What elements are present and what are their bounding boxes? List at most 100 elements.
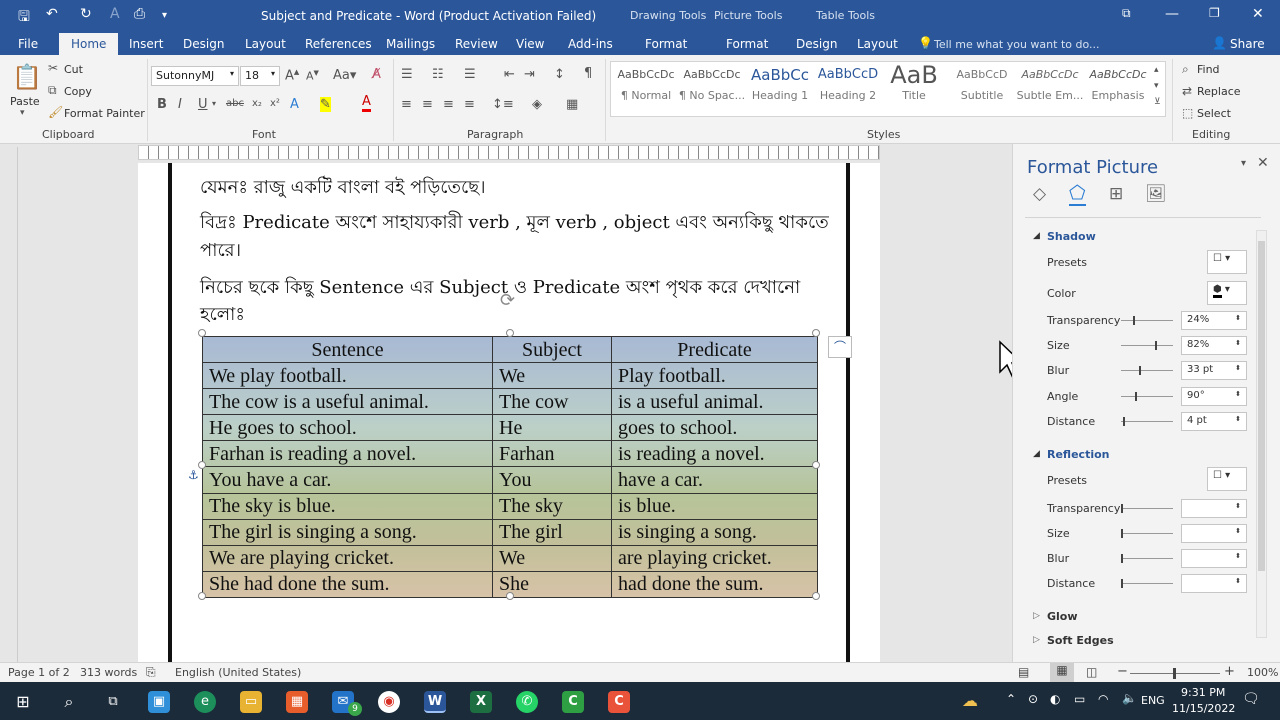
soft-edges-expand-icon[interactable]: ▷ — [1033, 635, 1040, 645]
shadow-presets-button[interactable]: ☐ ▾ — [1207, 250, 1247, 274]
reflection-presets-button[interactable]: ☐ ▾ — [1207, 467, 1247, 491]
tab-references[interactable]: References — [305, 37, 372, 51]
table-cell[interactable]: is a useful animal. — [611, 388, 818, 416]
resize-handle[interactable] — [198, 461, 206, 469]
find-button[interactable]: Find — [1197, 63, 1220, 76]
subscript-icon[interactable]: x₂ — [252, 98, 262, 109]
style-subtitle[interactable]: AaBbCcD Subtitle — [948, 61, 1016, 115]
decrease-indent-icon[interactable]: ⇤ — [504, 67, 515, 82]
word-count[interactable]: 313 words — [80, 666, 137, 679]
table-cell[interactable]: The cow — [492, 388, 612, 416]
table-cell[interactable]: Farhan — [492, 440, 612, 468]
resize-handle[interactable] — [198, 329, 206, 337]
minimize-icon[interactable]: — — [1165, 6, 1179, 22]
web-layout-icon[interactable]: ◫ — [1086, 665, 1097, 679]
shadow-section-header[interactable]: Shadow — [1047, 230, 1096, 243]
reflection-collapse-icon[interactable]: ◢ — [1033, 449, 1040, 459]
select-icon[interactable]: ⬚ — [1182, 106, 1193, 120]
whatsapp-icon[interactable]: ✆ — [516, 691, 538, 713]
table-cell[interactable]: We are playing cricket. — [202, 544, 493, 572]
layout-options-icon[interactable]: ⌒ — [828, 336, 852, 358]
save-icon[interactable]: 🖫 — [18, 6, 30, 30]
font-color-icon[interactable]: A — [362, 95, 371, 112]
doc-note-line[interactable]: বিদ্রঃ Predicate অংশে সাহায্যকারী verb ,… — [200, 208, 829, 239]
table-cell[interactable]: We — [492, 544, 612, 572]
line-spacing-icon[interactable]: ↕≡ — [492, 97, 514, 112]
styles-more-icon[interactable]: ⊻ — [1154, 97, 1161, 107]
maximize-icon[interactable]: ❐ — [1209, 6, 1220, 20]
table-cell[interactable]: The sky is blue. — [202, 492, 493, 520]
resize-handle[interactable] — [812, 461, 820, 469]
table-cell[interactable]: Farhan is reading a novel. — [202, 440, 493, 468]
bold-icon[interactable]: B — [157, 97, 167, 112]
doc-note-line-cont[interactable]: পারে। — [200, 236, 241, 267]
table-cell[interactable]: We — [492, 362, 612, 390]
pane-options-icon[interactable]: ▾ — [1241, 158, 1246, 169]
tab-view[interactable]: View — [516, 37, 544, 51]
doc-intro-line-cont[interactable]: হলোঃ — [200, 300, 245, 331]
table-cell[interactable]: The sky — [492, 492, 612, 520]
font-name-select[interactable]: SutonnyMJ ▾ — [151, 66, 239, 86]
print-layout-icon[interactable]: ▦ — [1050, 663, 1074, 682]
tab-file[interactable]: File — [18, 37, 38, 51]
style-heading-1[interactable]: AaBbCc Heading 1 — [746, 61, 814, 115]
table-cell[interactable]: He goes to school. — [202, 414, 493, 442]
style-emphasis[interactable]: AaBbCcDc Emphasis — [1084, 61, 1152, 115]
read-mode-icon[interactable]: ▤ — [1018, 665, 1029, 679]
table-cell[interactable]: goes to school. — [611, 414, 818, 442]
input-language[interactable]: ENG — [1141, 694, 1165, 707]
cut-button[interactable]: Cut — [64, 63, 83, 76]
multilevel-list-icon[interactable]: ☰ — [464, 67, 476, 82]
shadow-blur-input[interactable]: 33 pt ⬍ — [1181, 361, 1247, 380]
numbering-icon[interactable]: ☷ — [432, 67, 444, 82]
tab-add-ins[interactable]: Add-ins — [568, 37, 613, 51]
shadow-distance-input[interactable]: 4 pt ⬍ — [1181, 412, 1247, 431]
ribbon-display-icon[interactable]: ⧉ — [1122, 6, 1131, 21]
shadow-size-input[interactable]: 82% ⬍ — [1181, 336, 1247, 355]
zoom-in-icon[interactable]: + — [1224, 664, 1235, 679]
shadow-angle-slider[interactable] — [1121, 392, 1173, 401]
table-cell[interactable]: We play football. — [202, 362, 493, 390]
resize-handle[interactable] — [506, 592, 514, 600]
wifi-icon[interactable]: ◠ — [1098, 692, 1108, 706]
picture-icon[interactable]: 🖼 — [1145, 184, 1167, 204]
tab-layout[interactable]: Layout — [245, 37, 286, 51]
format-painter-button[interactable]: Format Painter — [64, 107, 145, 120]
camtasia-green-icon[interactable]: C — [562, 691, 584, 713]
tab-mailings[interactable]: Mailings — [386, 37, 435, 51]
replace-icon[interactable]: ⇄ — [1182, 84, 1192, 98]
shading-icon[interactable]: ◈ — [532, 97, 542, 112]
zoom-slider[interactable] — [1130, 668, 1220, 679]
increase-indent-icon[interactable]: ⇥ — [524, 67, 535, 82]
select-button[interactable]: Select — [1197, 107, 1231, 120]
styles-scroll-down-icon[interactable]: ▾ — [1154, 81, 1159, 91]
redo-icon[interactable]: ↻ — [80, 6, 92, 22]
copy-button[interactable]: Copy — [64, 85, 92, 98]
weather-icon[interactable]: ☁ — [962, 691, 978, 710]
show-formatting-icon[interactable]: ¶ — [584, 66, 592, 81]
tab-insert[interactable]: Insert — [129, 37, 163, 51]
effects-icon[interactable]: ⬠ — [1069, 182, 1086, 206]
reflection-transparency-input[interactable]: ⬍ — [1181, 499, 1247, 518]
paste-icon[interactable]: 📋 — [12, 63, 42, 91]
shadow-color-button[interactable]: ⬢ ▾ — [1207, 281, 1247, 305]
windows-start-icon[interactable]: ⊞ — [12, 691, 34, 713]
underline-icon[interactable]: U — [198, 97, 208, 112]
shadow-transparency-input[interactable]: 24% ⬍ — [1181, 311, 1247, 330]
format-painter-icon[interactable]: 🖌 — [48, 105, 63, 119]
tab-design[interactable]: Design — [183, 37, 224, 51]
qat-customize-icon[interactable]: ▾ — [162, 10, 167, 21]
style-no-spacing[interactable]: AaBbCcDc ¶ No Spac... — [678, 61, 746, 115]
styles-scroll-up-icon[interactable]: ▴ — [1154, 65, 1159, 75]
tell-me-input[interactable]: Tell me what you want to do... — [934, 38, 1100, 51]
justify-icon[interactable]: ≡ — [464, 97, 475, 112]
edge-icon[interactable]: e — [194, 691, 216, 713]
sentence-table[interactable]: Sentence Subject Predicate We play footb… — [202, 335, 818, 599]
table-cell[interactable]: You have a car. — [202, 466, 493, 494]
underline-dropdown-icon[interactable]: ▾ — [212, 99, 216, 108]
doc-example-line[interactable]: যেমনঃ রাজু একটি বাংলা বই পড়িতেছে। — [200, 173, 486, 204]
tray-icon[interactable]: ⊙ — [1028, 692, 1038, 706]
print-preview-icon[interactable]: ⎙ — [134, 6, 145, 22]
camtasia-recorder-icon[interactable]: C — [608, 691, 630, 713]
align-center-icon[interactable]: ≡ — [422, 97, 433, 112]
